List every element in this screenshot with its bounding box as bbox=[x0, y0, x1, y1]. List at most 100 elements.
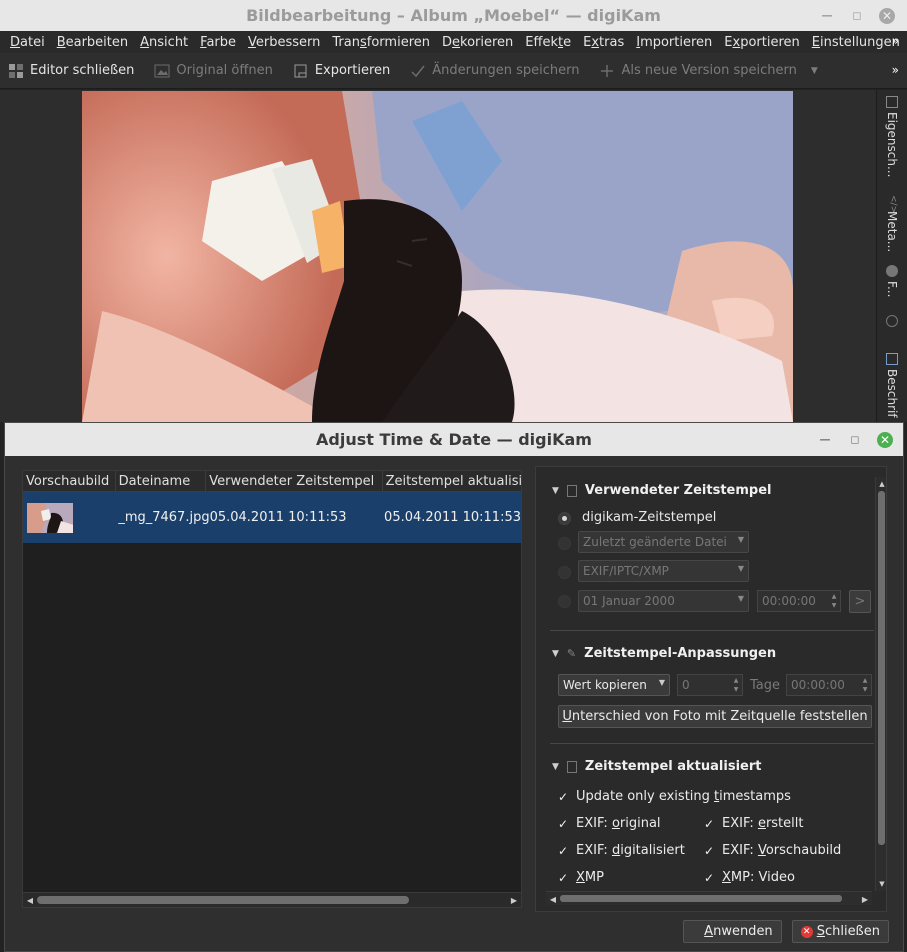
checkbox-xmp-video[interactable]: ✓ XMP: Video bbox=[704, 870, 795, 885]
dialog-maximize-icon[interactable]: ◻ bbox=[847, 432, 863, 448]
detect-difference-button[interactable]: Unterschied von Foto mit Zeitquelle fest… bbox=[558, 705, 872, 728]
collapse-arrow-icon: ▼ bbox=[552, 648, 559, 659]
close-button[interactable]: ✕ Schließen bbox=[791, 920, 889, 943]
scroll-left-icon[interactable]: ◀ bbox=[546, 892, 560, 906]
open-original-button[interactable]: Original öffnen bbox=[154, 63, 273, 79]
custom-date-value: 01 Januar 2000 bbox=[583, 594, 675, 608]
file-timestamp-select[interactable]: Zuletzt geänderte Datei ▼ bbox=[578, 531, 749, 553]
label-part: orschaubild bbox=[765, 843, 842, 858]
sidebar-tab-properties[interactable]: Eigensch... bbox=[882, 96, 902, 177]
scroll-left-icon[interactable]: ◀ bbox=[23, 893, 37, 907]
menu-item-0[interactable]: Datei bbox=[4, 35, 51, 50]
row-updated-timestamp: 05.04.2011 10:11:53 bbox=[384, 510, 521, 525]
column-header-used-timestamp[interactable]: Verwendeter Zeitstempel bbox=[206, 471, 383, 492]
sidebar-tab-captions[interactable]: Beschrif bbox=[882, 353, 902, 418]
chevron-down-icon: ▼ bbox=[737, 535, 744, 544]
check-icon: ✓ bbox=[558, 870, 569, 885]
menu-item-6[interactable]: Dekorieren bbox=[436, 35, 519, 50]
days-spinbox[interactable]: 0 ▲ ▼ bbox=[677, 674, 743, 696]
checkbox-exif-thumbnail[interactable]: ✓ EXIF: Vorschaubild bbox=[704, 843, 841, 858]
reset-time-button[interactable]: > bbox=[849, 590, 871, 613]
close-editor-button[interactable]: Editor schließen bbox=[8, 63, 134, 79]
custom-date-picker[interactable]: 01 Januar 2000 ▼ bbox=[578, 590, 749, 612]
label-part: e bbox=[757, 816, 766, 831]
scroll-right-icon[interactable]: ▶ bbox=[507, 893, 521, 907]
checkbox-xmp[interactable]: ✓ XMP bbox=[558, 870, 604, 885]
checkbox-label: XMP bbox=[576, 870, 604, 885]
menu-item-1[interactable]: Bearbeiten bbox=[51, 35, 134, 50]
checkbox-label: EXIF: Vorschaubild bbox=[722, 843, 841, 858]
menu-item-10[interactable]: Exportieren bbox=[718, 35, 805, 50]
apply-button[interactable]: Anwenden bbox=[683, 920, 782, 943]
label-part: formieren bbox=[366, 34, 430, 50]
radio-digikam-timestamp[interactable] bbox=[558, 512, 571, 525]
radio-metadata[interactable] bbox=[558, 566, 571, 579]
column-header-thumbnail[interactable]: Vorschaubild bbox=[23, 471, 116, 492]
apply-label: Anwenden bbox=[704, 924, 773, 939]
adjustment-mode-value: Wert kopieren bbox=[563, 678, 647, 692]
sidebar-tab-map[interactable] bbox=[882, 315, 902, 327]
menu-item-4[interactable]: Verbessern bbox=[242, 35, 326, 50]
sidebar-tab-metadata[interactable]: </> Meta... bbox=[882, 195, 902, 252]
toolbar: Editor schließen Original öffnen Exporti… bbox=[0, 53, 907, 89]
menu-overflow-icon[interactable]: » bbox=[892, 34, 899, 48]
metadata-source-select[interactable]: EXIF/IPTC/XMP ▼ bbox=[578, 560, 749, 582]
label-part: E bbox=[811, 34, 820, 50]
radio-custom-date[interactable] bbox=[558, 595, 571, 608]
label-part: rstellt bbox=[765, 816, 804, 831]
scroll-up-icon[interactable]: ▲ bbox=[875, 477, 886, 491]
scrollbar-thumb[interactable] bbox=[560, 895, 842, 902]
adjust-time-field[interactable]: 00:00:00 ▲ ▼ bbox=[786, 674, 872, 696]
check-icon: ✓ bbox=[558, 843, 569, 858]
export-button[interactable]: Exportieren bbox=[293, 63, 390, 79]
close-window-icon[interactable]: ✕ bbox=[879, 7, 895, 24]
save-changes-button[interactable]: Änderungen speichern bbox=[410, 63, 579, 79]
checkbox-exif-original[interactable]: ✓ EXIF: original bbox=[558, 816, 661, 831]
column-header-updated-timestamp[interactable]: Zeitstempel aktualisier bbox=[383, 471, 521, 492]
menu-item-2[interactable]: Ansicht bbox=[134, 35, 194, 50]
maximize-icon[interactable]: ◻ bbox=[849, 8, 865, 24]
grid-icon bbox=[8, 63, 24, 79]
custom-time-field[interactable]: 00:00:00 ▲ ▼ bbox=[757, 590, 841, 612]
panel-horizontal-scrollbar[interactable]: ◀ ▶ bbox=[546, 891, 872, 905]
label-part: S bbox=[816, 924, 825, 939]
checkbox-exif-digitized[interactable]: ✓ EXIF: digitalisiert bbox=[558, 843, 685, 858]
table-row[interactable]: _mg_7467.jpg 05.04.2011 10:11:53 05.04.2… bbox=[23, 492, 521, 543]
label-part: mportieren bbox=[640, 34, 713, 50]
dialog-minimize-icon[interactable]: — bbox=[817, 432, 833, 448]
minimize-icon[interactable]: — bbox=[819, 8, 835, 24]
sidebar-tab-colors[interactable]: F... bbox=[882, 265, 902, 297]
menu-item-7[interactable]: Effekte bbox=[519, 35, 577, 50]
section-adjustments-header[interactable]: ▼ ✎ Zeitstempel-Anpassungen bbox=[552, 646, 776, 661]
list-horizontal-scrollbar[interactable]: ◀ ▶ bbox=[23, 892, 521, 907]
main-window-title: Bildbearbeitung – Album „Moebel“ — digiK… bbox=[246, 6, 661, 25]
column-header-filename[interactable]: Dateiname bbox=[116, 471, 207, 492]
menu-item-5[interactable]: Transformieren bbox=[326, 35, 436, 50]
code-icon: </> bbox=[888, 195, 898, 214]
scroll-down-icon[interactable]: ▼ bbox=[875, 877, 886, 891]
menu-item-3[interactable]: Farbe bbox=[194, 35, 242, 50]
bookmark-icon bbox=[566, 484, 577, 497]
spin-arrows-icon: ▲ ▼ bbox=[733, 677, 739, 693]
checkbox-only-existing[interactable]: ✓ Update only existing timestamps bbox=[558, 789, 791, 804]
collapse-arrow-icon: ▼ bbox=[552, 761, 559, 772]
label-part: earbeiten bbox=[65, 34, 129, 50]
dropdown-arrow-icon[interactable]: ▼ bbox=[811, 66, 818, 76]
save-new-version-button[interactable]: Als neue Version speichern ▼ bbox=[599, 63, 818, 79]
menu-item-8[interactable]: Extras bbox=[577, 35, 630, 50]
menu-item-9[interactable]: Importieren bbox=[630, 35, 718, 50]
scrollbar-thumb[interactable] bbox=[37, 896, 409, 904]
label-part: korieren bbox=[460, 34, 514, 50]
adjustment-mode-select[interactable]: Wert kopieren ▼ bbox=[558, 674, 670, 696]
checkbox-exif-created[interactable]: ✓ EXIF: erstellt bbox=[704, 816, 803, 831]
dialog-close-icon[interactable]: ✕ bbox=[877, 431, 893, 448]
section-used-timestamp-header[interactable]: ▼ Verwendeter Zeitstempel bbox=[552, 483, 771, 498]
section-updated-header[interactable]: ▼ Zeitstempel aktualisiert bbox=[552, 759, 761, 774]
menubar: Datei Bearbeiten Ansicht Farbe Verbessern Tra… bbox=[0, 31, 907, 53]
adjust-time-date-dialog: Adjust Time & Date — digiKam — ◻ ✕ Vorsc… bbox=[4, 422, 904, 952]
panel-vertical-scrollbar[interactable]: ▲ ▼ bbox=[875, 477, 886, 891]
scroll-right-icon[interactable]: ▶ bbox=[858, 892, 872, 906]
toolbar-overflow-icon[interactable]: » bbox=[892, 63, 899, 77]
scrollbar-thumb[interactable] bbox=[878, 491, 885, 845]
radio-file-modified[interactable] bbox=[558, 537, 571, 550]
